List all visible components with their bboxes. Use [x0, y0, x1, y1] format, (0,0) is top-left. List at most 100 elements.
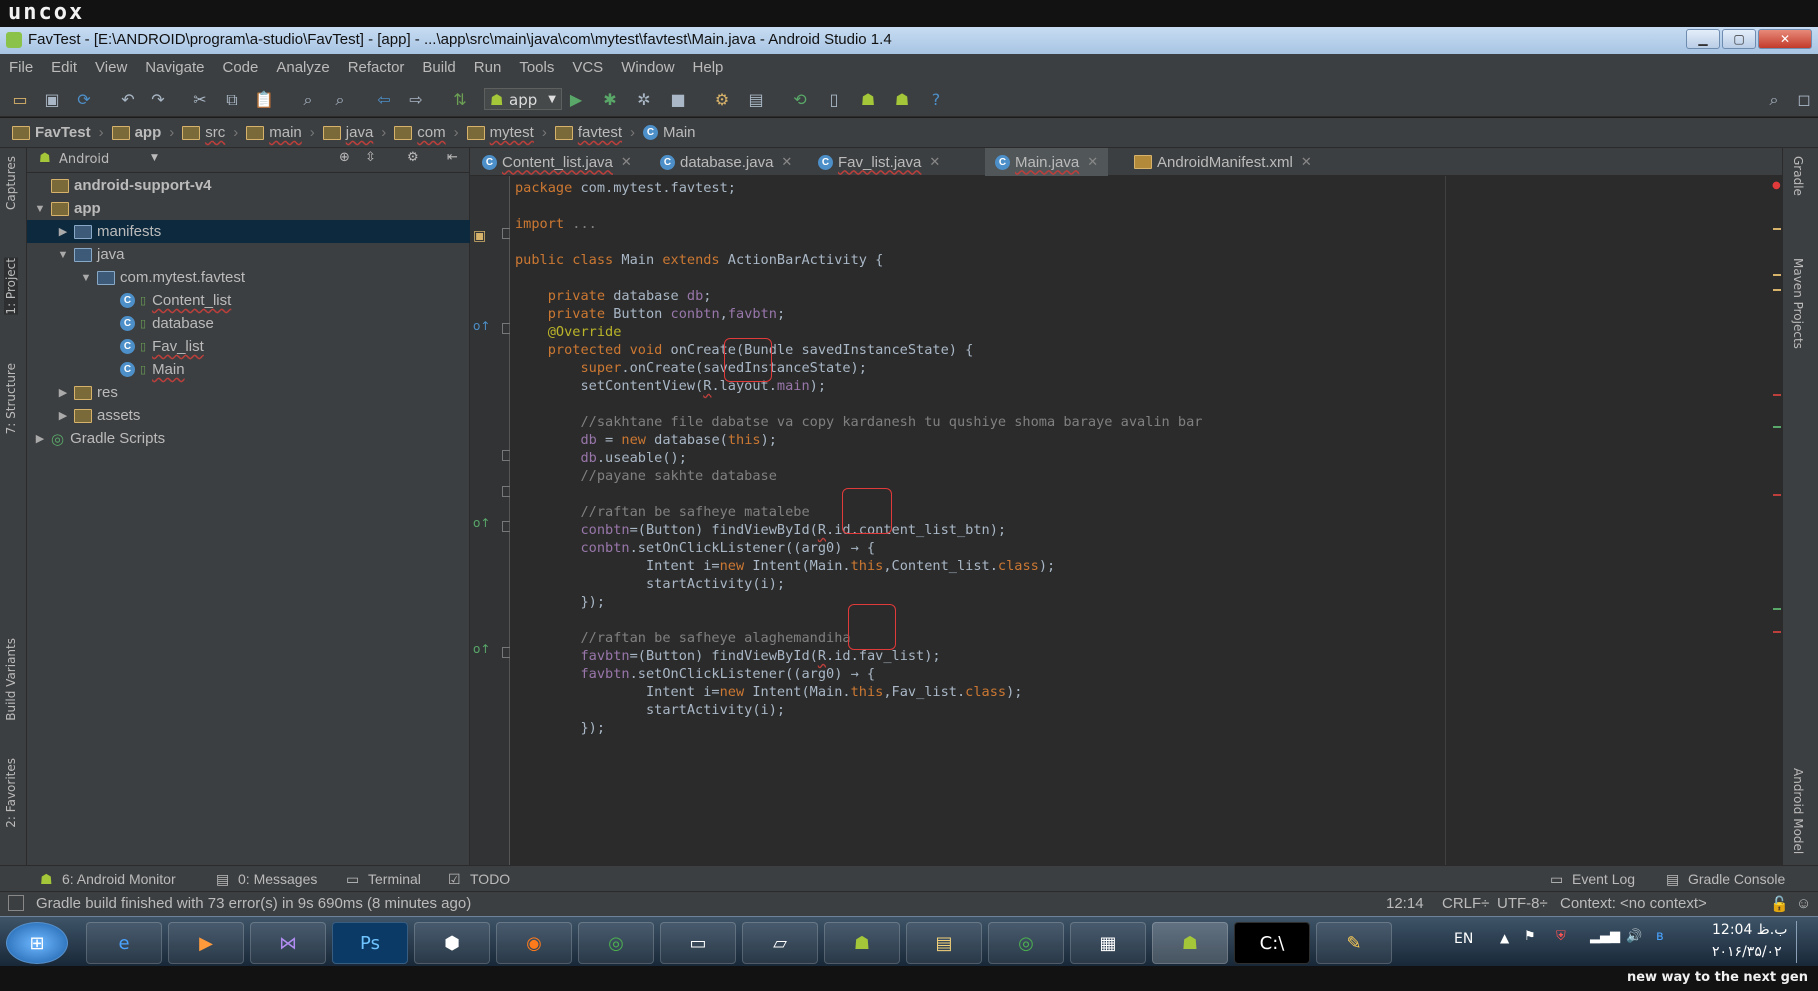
- notepad-icon[interactable]: ▱: [742, 922, 818, 964]
- code-line[interactable]: Intent i=new Intent(Main.this,Content_li…: [515, 556, 1055, 576]
- clock-time[interactable]: 12:04 ب.ظ: [1712, 922, 1787, 938]
- tool-tab-android-model[interactable]: Android Model: [1791, 768, 1805, 854]
- run-icon[interactable]: ▶: [566, 90, 586, 110]
- replace-icon[interactable]: ⌕: [330, 90, 350, 110]
- close-icon[interactable]: ✕: [1301, 154, 1312, 170]
- stop-icon[interactable]: ■: [668, 90, 688, 110]
- menu-navigate[interactable]: Navigate: [136, 54, 213, 81]
- override-marker-icon[interactable]: o↑: [473, 319, 490, 333]
- tool-tab-todo[interactable]: TODO: [470, 871, 510, 887]
- security-icon[interactable]: ⛨: [1556, 929, 1566, 944]
- breadcrumb-item[interactable]: mytest: [466, 124, 534, 141]
- code-line[interactable]: //raftan be safheye alaghemandiha: [515, 628, 850, 648]
- chrome-icon[interactable]: ◎: [988, 922, 1064, 964]
- task-manager-icon[interactable]: ▦: [1070, 922, 1146, 964]
- tree-item[interactable]: C ▯ Content_list: [27, 289, 470, 312]
- project-view-select[interactable]: Android: [59, 152, 109, 167]
- menu-build[interactable]: Build: [413, 54, 464, 81]
- tool-tab-project[interactable]: 1: Project: [4, 258, 18, 315]
- code-line[interactable]: super.onCreate(savedInstanceState);: [515, 358, 866, 378]
- sdk-manager-icon[interactable]: ▤: [746, 90, 766, 110]
- open-folder-icon[interactable]: ▭: [10, 90, 30, 110]
- lambda-marker-icon[interactable]: o↑: [473, 642, 490, 656]
- find-icon[interactable]: ⌕: [298, 90, 318, 110]
- tool-tab-android-monitor[interactable]: 6: Android Monitor: [62, 871, 176, 887]
- tree-item[interactable]: ▶ ◎ Gradle Scripts: [27, 427, 470, 450]
- breadcrumb-item[interactable]: C Main: [643, 124, 696, 141]
- tool-tab-captures[interactable]: Captures: [4, 156, 18, 210]
- menu-edit[interactable]: Edit: [42, 54, 86, 81]
- tool-tab-terminal[interactable]: Terminal: [368, 871, 421, 887]
- code-line[interactable]: //sakhtane file dabatse va copy kardanes…: [515, 412, 1202, 432]
- error-stripe-mark[interactable]: [1773, 494, 1781, 496]
- code-line[interactable]: conbtn.setOnClickListener((arg0) → {: [515, 538, 875, 558]
- project-structure-icon[interactable]: ⚙: [712, 90, 732, 110]
- bluetooth-icon[interactable]: ʙ: [1656, 929, 1664, 944]
- caret-position[interactable]: 12:14: [1386, 895, 1424, 912]
- menu-code[interactable]: Code: [213, 54, 267, 81]
- menu-view[interactable]: View: [86, 54, 136, 81]
- menu-file[interactable]: File: [0, 54, 42, 81]
- code-line[interactable]: //payane sakhte database: [515, 466, 776, 486]
- breadcrumb-item[interactable]: java: [322, 124, 373, 141]
- tool-tab-maven[interactable]: Maven Projects: [1791, 258, 1805, 349]
- tool-tab-messages[interactable]: 0: Messages: [238, 871, 317, 887]
- gradle-sync-icon[interactable]: ⟲: [790, 90, 810, 110]
- editor-tab[interactable]: C database.java ✕: [650, 148, 802, 176]
- android-studio-taskbar-icon[interactable]: ☗: [824, 922, 900, 964]
- editor-tab[interactable]: C Content_list.java ✕: [472, 148, 642, 176]
- scroll-from-source-icon[interactable]: ⊕: [339, 150, 350, 165]
- user-icon[interactable]: ◻: [1794, 90, 1814, 110]
- tool-tab-structure[interactable]: 7: Structure: [4, 363, 18, 434]
- visual-studio-icon[interactable]: ⋈: [250, 922, 326, 964]
- tree-item[interactable]: ▼ app: [27, 197, 470, 220]
- error-stripe[interactable]: ●: [1772, 176, 1782, 865]
- code-line[interactable]: private Button conbtn,favbtn;: [515, 304, 785, 324]
- editor-tab-active[interactable]: C Main.java ✕: [985, 148, 1109, 176]
- close-icon[interactable]: ✕: [929, 154, 940, 170]
- code-line[interactable]: package com.mytest.favtest;: [515, 178, 736, 198]
- tool-tab-event-log[interactable]: Event Log: [1572, 871, 1635, 887]
- code-line[interactable]: startActivity(i);: [515, 574, 785, 594]
- language-indicator[interactable]: EN: [1454, 931, 1473, 947]
- tool-tab-gradle-console[interactable]: Gradle Console: [1688, 871, 1785, 887]
- menu-refactor[interactable]: Refactor: [339, 54, 414, 81]
- undo-icon[interactable]: ↶: [118, 90, 138, 110]
- clock-date[interactable]: ۲۰۱۶/۳۵/۰۲: [1712, 944, 1782, 960]
- breadcrumb-item[interactable]: FavTest: [12, 124, 91, 141]
- lambda-marker-icon[interactable]: o↑: [473, 516, 490, 530]
- photoshop-icon[interactable]: Ps: [332, 922, 408, 964]
- copy-icon[interactable]: ⧉: [222, 90, 242, 110]
- volume-icon[interactable]: 🔊: [1626, 929, 1642, 944]
- ie-icon[interactable]: e: [86, 922, 162, 964]
- menu-analyze[interactable]: Analyze: [267, 54, 338, 81]
- collapse-arrow-icon[interactable]: ▶: [56, 386, 70, 399]
- warning-bulb-icon[interactable]: ▣: [473, 228, 486, 244]
- file-encoding[interactable]: UTF-8÷: [1497, 895, 1548, 912]
- menu-help[interactable]: Help: [684, 54, 733, 81]
- maximize-button[interactable]: ▢: [1722, 29, 1756, 49]
- tree-item[interactable]: android-support-v4: [27, 174, 470, 197]
- attach-debugger-icon[interactable]: ✲: [634, 90, 654, 110]
- firefox-icon[interactable]: ◉: [496, 922, 572, 964]
- collapse-arrow-icon[interactable]: ▶: [33, 432, 47, 445]
- back-icon[interactable]: ⇦: [374, 90, 394, 110]
- line-separator[interactable]: CRLF÷: [1442, 895, 1489, 912]
- breadcrumb-item[interactable]: favtest: [554, 124, 622, 141]
- menu-window[interactable]: Window: [612, 54, 683, 81]
- status-message[interactable]: Gradle build finished with 73 error(s) i…: [36, 895, 471, 912]
- lock-icon[interactable]: 🔓: [1770, 895, 1789, 913]
- cut-icon[interactable]: ✂: [190, 90, 210, 110]
- code-line[interactable]: startActivity(i);: [515, 700, 785, 720]
- editor-tab[interactable]: AndroidManifest.xml ✕: [1124, 148, 1322, 176]
- debug-icon[interactable]: ✱: [600, 90, 620, 110]
- forward-icon[interactable]: ⇨: [406, 90, 426, 110]
- code-line[interactable]: setContentView(R.layout.main);: [515, 376, 826, 396]
- code-line[interactable]: Intent i=new Intent(Main.this,Fav_list.c…: [515, 682, 1023, 702]
- warning-stripe-mark[interactable]: [1773, 274, 1781, 276]
- tree-item[interactable]: C ▯ Fav_list: [27, 335, 470, 358]
- minimize-button[interactable]: ▁: [1686, 29, 1720, 49]
- tree-item[interactable]: C ▯ Main: [27, 358, 470, 381]
- inspector-icon[interactable]: ☺: [1796, 895, 1811, 912]
- code-line[interactable]: public class Main extends ActionBarActiv…: [515, 250, 883, 270]
